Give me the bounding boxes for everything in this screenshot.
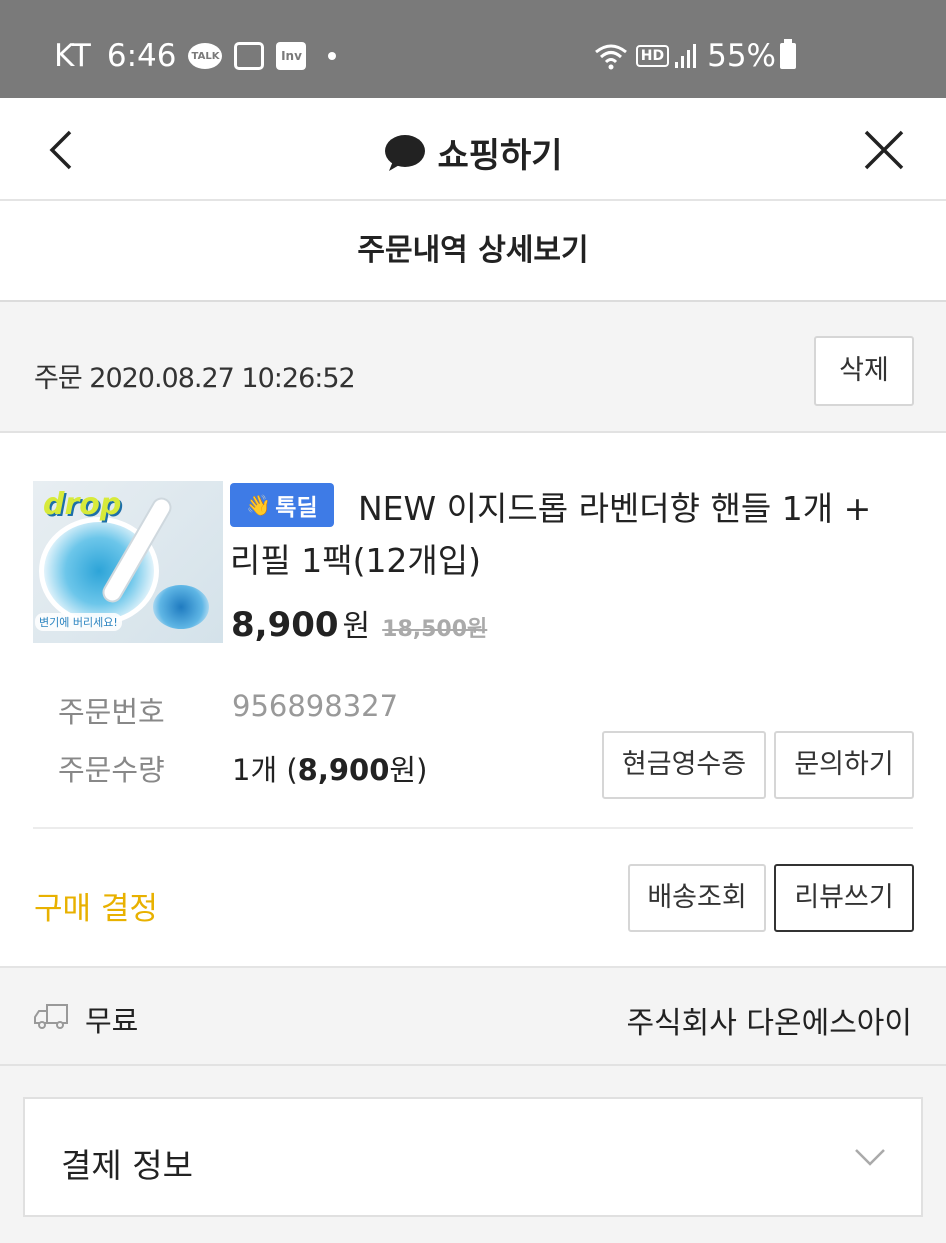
brush-head-graphic xyxy=(153,585,209,629)
tracking-button[interactable]: 배송조회 xyxy=(628,864,766,932)
truck-icon xyxy=(34,1004,68,1029)
wave-hand-icon: 👋 xyxy=(246,493,272,517)
inv-app-icon: Inv xyxy=(276,42,307,70)
cash-receipt-button[interactable]: 현금영수증 xyxy=(602,731,766,799)
status-right: HD 55% xyxy=(594,38,796,74)
page-title: 주문내역 상세보기 xyxy=(0,201,946,302)
thumbnail-caption: 변기에 버리세요! xyxy=(35,613,122,631)
carrier: KT xyxy=(54,38,91,74)
purchase-status: 구매 결정 xyxy=(34,891,158,927)
order-bar: 주문 2020.08.27 10:26:52 삭제 xyxy=(0,302,946,433)
home-notification-icon xyxy=(234,42,265,70)
kakaotalk-icon: TALK xyxy=(188,43,223,69)
speech-bubble-icon xyxy=(385,134,426,171)
status-left: KT 6:46 TALK Inv xyxy=(54,38,337,74)
talkdeal-badge: 👋 톡딜 xyxy=(230,483,334,527)
chevron-down-icon xyxy=(855,1149,885,1166)
close-icon[interactable] xyxy=(860,126,908,174)
wifi-icon xyxy=(594,44,627,70)
shipping-bar: 무료 주식회사 다온에스아이 xyxy=(0,968,946,1066)
sale-price: 8,900 xyxy=(231,605,339,645)
divider xyxy=(33,827,913,829)
quantity-suffix: 원) xyxy=(389,753,428,787)
delete-button[interactable]: 삭제 xyxy=(814,336,914,406)
price-row: 8,900 원 18,500원 xyxy=(231,601,487,645)
order-number: 956898327 xyxy=(232,689,399,723)
header-title: 쇼핑하기 xyxy=(0,128,946,177)
more-notifications-dot-icon xyxy=(328,52,337,60)
status-bar: KT 6:46 TALK Inv HD 55% xyxy=(0,0,946,98)
order-date: 주문 2020.08.27 10:26:52 xyxy=(34,363,356,394)
product-brand-logo: drop xyxy=(43,487,122,522)
signal-icon xyxy=(675,44,699,68)
battery-percent: 55% xyxy=(707,38,776,74)
quantity-price: 8,900 xyxy=(297,753,390,787)
product-card: drop 변기에 버리세요! NEW 이지드롭 라벤더향 핸들 1개 + 리필 … xyxy=(0,433,946,968)
original-price: 18,500원 xyxy=(382,617,488,642)
app-header: 쇼핑하기 xyxy=(0,98,946,201)
battery-icon xyxy=(780,39,796,69)
badge-label: 톡딜 xyxy=(275,495,318,521)
write-review-button[interactable]: 리뷰쓰기 xyxy=(774,864,914,932)
product-thumbnail[interactable]: drop 변기에 버리세요! xyxy=(33,481,223,643)
header-title-text: 쇼핑하기 xyxy=(437,136,563,176)
hd-voice-icon: HD xyxy=(635,45,670,67)
shipping-fee: 무료 xyxy=(85,1004,139,1038)
clock: 6:46 xyxy=(106,38,177,74)
quantity-label: 주문수량 xyxy=(58,753,165,787)
seller-name[interactable]: 주식회사 다온에스아이 xyxy=(626,998,912,1042)
currency-unit: 원 xyxy=(342,609,371,644)
quantity-prefix: 1개 ( xyxy=(232,753,298,787)
order-number-label: 주문번호 xyxy=(58,695,165,729)
payment-info-accordion[interactable]: 결제 정보 xyxy=(23,1097,923,1217)
inquiry-button[interactable]: 문의하기 xyxy=(774,731,914,799)
quantity-value: 1개 (8,900원) xyxy=(232,747,427,789)
payment-info-title: 결제 정보 xyxy=(61,1146,193,1185)
